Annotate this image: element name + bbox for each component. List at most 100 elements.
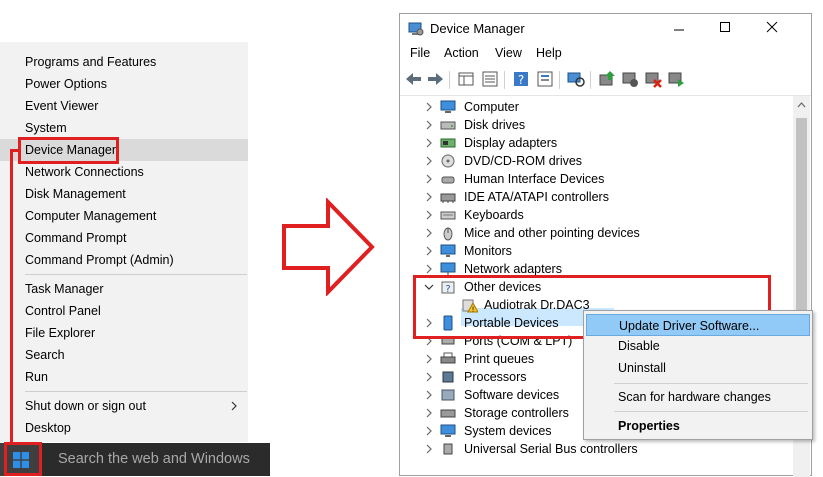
chevron-right-icon xyxy=(231,401,237,411)
disk-drive-icon xyxy=(440,121,456,130)
tree-item-label: Storage controllers xyxy=(464,406,569,420)
winx-item-network-connections[interactable]: Network Connections xyxy=(0,161,248,183)
expand-arrow-icon[interactable] xyxy=(424,354,434,364)
winx-separator xyxy=(25,391,247,392)
tree-item-label: Universal Serial Bus controllers xyxy=(464,442,638,456)
expand-arrow-icon[interactable] xyxy=(424,426,434,436)
usb-icon xyxy=(443,443,453,455)
mouse-icon xyxy=(443,227,453,241)
highlight-box-device-manager xyxy=(18,137,119,164)
highlight-box-start-button xyxy=(4,442,42,476)
tree-item-label: IDE ATA/ATAPI controllers xyxy=(464,190,609,204)
winx-item-command-prompt[interactable]: Command Prompt xyxy=(0,227,248,249)
taskbar-search-box[interactable]: Search the web and Windows xyxy=(58,451,250,467)
winx-item-task-manager[interactable]: Task Manager xyxy=(0,278,248,300)
winx-item-event-viewer[interactable]: Event Viewer xyxy=(0,95,248,117)
expand-arrow-icon[interactable] xyxy=(424,192,434,202)
scroll-up-icon[interactable] xyxy=(797,102,806,108)
ctx-uninstall[interactable]: Uninstall xyxy=(586,357,810,379)
expand-arrow-icon[interactable] xyxy=(424,138,434,148)
arrow-right-icon xyxy=(282,198,375,296)
tree-item-label: Software devices xyxy=(464,388,560,402)
winx-item-search[interactable]: Search xyxy=(0,344,248,366)
dvd-drive-icon xyxy=(441,154,455,168)
tree-item-label: Display adapters xyxy=(464,136,558,150)
menu-view[interactable]: View xyxy=(495,46,522,60)
expand-arrow-icon[interactable] xyxy=(424,444,434,454)
expand-arrow-icon[interactable] xyxy=(424,102,434,112)
update-driver-icon[interactable] xyxy=(597,69,617,89)
tree-item-label: Disk drives xyxy=(464,118,526,132)
menu-action[interactable]: Action xyxy=(444,46,479,60)
ctx-disable[interactable]: Disable xyxy=(586,335,810,357)
toolbar-separator xyxy=(590,71,591,89)
winx-item-file-explorer[interactable]: File Explorer xyxy=(0,322,248,344)
minimize-icon[interactable] xyxy=(673,24,685,36)
winx-item-system[interactable]: System xyxy=(0,117,248,139)
enable-device-icon[interactable] xyxy=(666,69,686,89)
window-title: Device Manager xyxy=(430,21,525,36)
forward-arrow-icon[interactable] xyxy=(425,69,445,89)
context-menu-separator xyxy=(614,383,808,384)
expand-arrow-icon[interactable] xyxy=(424,372,434,382)
help-icon[interactable]: ? xyxy=(511,69,531,89)
winx-item-run[interactable]: Run xyxy=(0,366,248,388)
tree-item-label: Monitors xyxy=(464,244,512,258)
winx-item-programs-and-features[interactable]: Programs and Features xyxy=(0,51,248,73)
scroll-thumb[interactable] xyxy=(796,118,807,318)
uninstall-device-icon[interactable] xyxy=(643,69,663,89)
expand-arrow-icon[interactable] xyxy=(424,264,434,274)
expand-arrow-icon[interactable] xyxy=(424,228,434,238)
winx-item-desktop[interactable]: Desktop xyxy=(0,417,248,439)
printer-icon xyxy=(440,352,456,364)
device-manager-app-icon xyxy=(408,22,424,36)
ctx-update-driver-software[interactable]: Update Driver Software... xyxy=(586,314,810,336)
display-adapter-icon xyxy=(440,138,456,148)
monitor-icon xyxy=(440,244,456,257)
list-view-icon[interactable] xyxy=(480,69,500,89)
back-arrow-icon[interactable] xyxy=(404,69,424,89)
svg-text:?: ? xyxy=(518,73,524,87)
winx-menu: Programs and Features Power Options Even… xyxy=(0,42,248,442)
tree-item-label: Keyboards xyxy=(464,208,524,222)
winx-item-power-options[interactable]: Power Options xyxy=(0,73,248,95)
storage-controller-icon xyxy=(440,409,456,418)
close-icon[interactable] xyxy=(766,21,778,33)
keyboard-icon xyxy=(440,211,456,220)
disable-device-icon[interactable] xyxy=(620,69,640,89)
winx-separator xyxy=(25,274,247,275)
system-device-icon xyxy=(440,424,456,437)
ctx-scan-hardware-changes[interactable]: Scan for hardware changes xyxy=(586,386,810,408)
winx-item-control-panel[interactable]: Control Panel xyxy=(0,300,248,322)
expand-arrow-icon[interactable] xyxy=(424,156,434,166)
expand-arrow-icon[interactable] xyxy=(424,210,434,220)
title-bar: Device Manager xyxy=(400,14,811,43)
processor-icon xyxy=(442,371,454,383)
expand-arrow-icon[interactable] xyxy=(424,120,434,130)
menu-file[interactable]: File xyxy=(410,46,430,60)
expand-arrow-icon[interactable] xyxy=(424,246,434,256)
tree-item-label: Human Interface Devices xyxy=(464,172,605,186)
winx-item-command-prompt-admin[interactable]: Command Prompt (Admin) xyxy=(0,249,248,271)
toolbar-separator xyxy=(504,71,505,89)
expand-arrow-icon[interactable] xyxy=(424,390,434,400)
toolbar-separator xyxy=(449,71,450,89)
maximize-icon[interactable] xyxy=(719,21,731,33)
winx-item-computer-management[interactable]: Computer Management xyxy=(0,205,248,227)
properties-icon[interactable] xyxy=(535,69,555,89)
menu-help[interactable]: Help xyxy=(536,46,562,60)
tree-item-label: Mice and other pointing devices xyxy=(464,226,640,240)
winx-item-disk-management[interactable]: Disk Management xyxy=(0,183,248,205)
toolbar-separator xyxy=(559,71,560,89)
tree-item-label: Computer xyxy=(464,100,519,114)
context-menu: Update Driver Software... Disable Uninst… xyxy=(583,310,813,440)
tree-item-label: DVD/CD-ROM drives xyxy=(464,154,583,168)
ctx-properties[interactable]: Properties xyxy=(586,415,810,437)
menu-bar: File Action View Help xyxy=(400,43,811,65)
toolbar: ? xyxy=(400,65,811,96)
scan-hardware-icon[interactable] xyxy=(566,69,586,89)
winx-item-shut-down[interactable]: Shut down or sign out xyxy=(0,395,248,417)
show-hide-tree-icon[interactable] xyxy=(456,69,476,89)
expand-arrow-icon[interactable] xyxy=(424,408,434,418)
expand-arrow-icon[interactable] xyxy=(424,174,434,184)
